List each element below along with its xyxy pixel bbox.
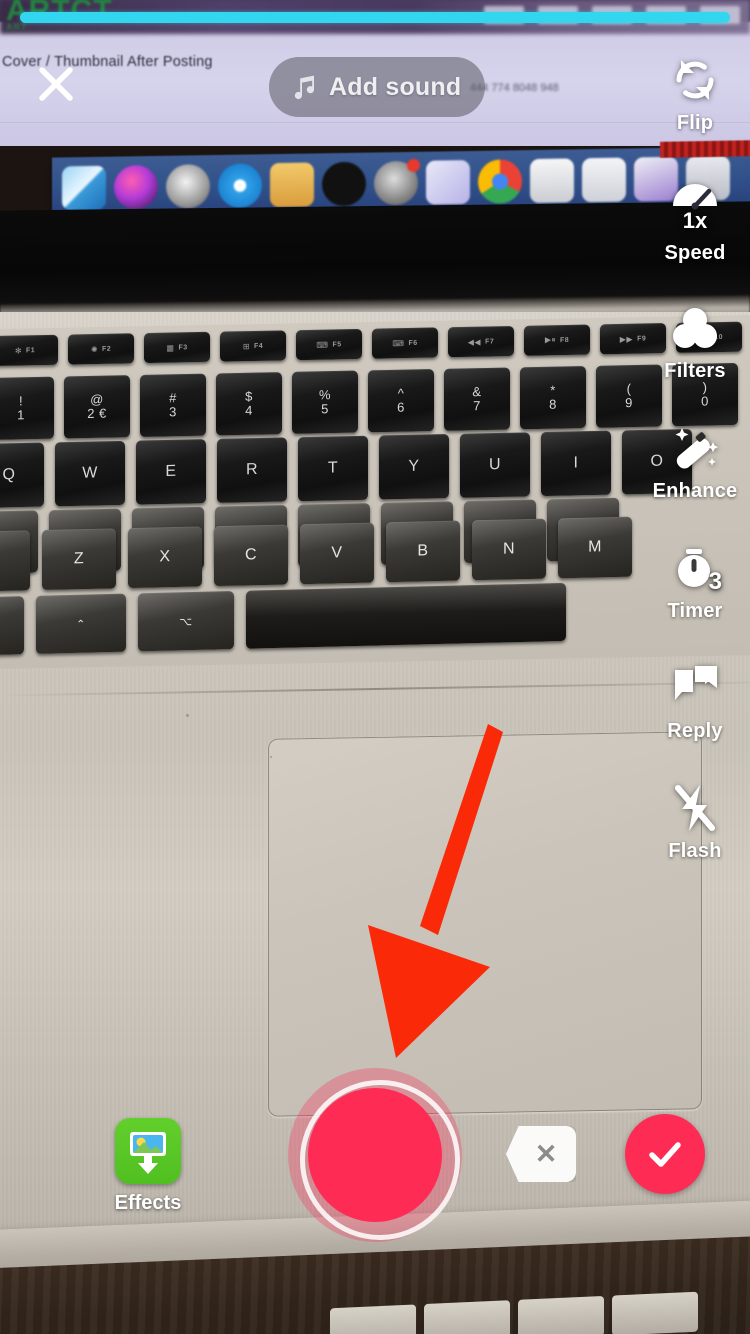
apple-tv-icon (322, 161, 366, 207)
deck-speck-2 (270, 756, 272, 758)
key-3: #3 (140, 373, 206, 437)
reply-bubble-icon (669, 660, 721, 716)
key-f5: ⌨ F5 (296, 328, 362, 361)
key-q: Q (0, 442, 44, 508)
tool-reply-label: Reply (667, 720, 723, 742)
add-sound-label: Add sound (329, 72, 462, 101)
flash-off-icon (670, 780, 720, 836)
key-b: B (386, 520, 460, 583)
tool-timer-label: Timer (667, 600, 723, 622)
key-f6: ⌨ F6 (372, 327, 438, 359)
key-2: @2 € (64, 375, 130, 439)
key-z: Z (42, 528, 116, 591)
key-e: E (136, 439, 206, 505)
key-r: R (217, 437, 287, 503)
key-4: $4 (216, 372, 282, 436)
key-8: * 8 (520, 365, 586, 430)
music-note-icon (294, 75, 314, 100)
webpage-divider (0, 122, 750, 123)
key-v: V (300, 522, 374, 585)
delete-x-glyph: ✕ (534, 1138, 558, 1169)
add-sound-button[interactable]: Add sound (269, 57, 486, 117)
podcasts-icon (374, 158, 420, 206)
key-5: % 5 (292, 370, 358, 434)
recording-progress-fill (20, 12, 730, 23)
teams-icon (426, 160, 470, 205)
tool-filters-label: Filters (664, 360, 726, 382)
notes-icon (270, 162, 314, 208)
key-f7: ◀◀ F7 (448, 325, 514, 358)
key-f1: ✻ F1 (0, 334, 58, 366)
deck-speck-1 (186, 714, 189, 717)
speed-badge: 1x (682, 208, 708, 233)
timer-badge: 3 (708, 568, 722, 595)
launchpad-icon (166, 164, 210, 209)
effects-label: Effects (114, 1192, 182, 1214)
key-w: W (55, 440, 125, 507)
key-7: & 7 (444, 367, 510, 431)
key-6: ^ 6 (368, 369, 434, 433)
tool-timer[interactable]: 3 Timer (640, 540, 750, 660)
key-i: I (541, 430, 611, 497)
key-tilde: ~ (0, 530, 30, 592)
chrome-icon (478, 159, 522, 204)
tool-flash-label: Flash (668, 840, 722, 862)
effects-gallery-download-icon (115, 1118, 181, 1184)
recording-progress-bar[interactable] (20, 12, 730, 23)
flip-camera-icon (667, 52, 723, 108)
key-t: T (298, 435, 368, 502)
tool-flip-label: Flip (676, 112, 714, 134)
key-alt: ⌥ (138, 591, 234, 652)
effects-button[interactable]: Effects (106, 1118, 190, 1215)
key-fn: fn (0, 596, 24, 656)
key-1: ! 1 (0, 376, 54, 440)
checkmark-icon (649, 1142, 681, 1167)
key-f2: ✺ F2 (68, 333, 134, 365)
key-f4: ⊞ F4 (220, 330, 286, 362)
key-m: M (558, 516, 632, 579)
tool-speed-label: Speed (664, 242, 726, 264)
tool-enhance-label: Enhance (652, 480, 738, 502)
app-icon-10 (582, 157, 626, 203)
camera-tools-rail: Flip 1x Speed Filters Enhance 3 Timer Re… (640, 52, 750, 900)
finder-icon (62, 165, 106, 211)
record-button-core (308, 1088, 442, 1222)
speedometer-icon: 1x (670, 172, 720, 233)
key-x: X (128, 526, 202, 589)
close-button[interactable] (32, 60, 80, 108)
news-icon (530, 158, 574, 204)
tool-reply[interactable]: Reply (640, 660, 750, 780)
magic-wand-icon (668, 420, 722, 476)
laptop-trackpad (268, 731, 702, 1117)
camera-recorder-screen: ARTCT ART Cover / Thumbnail After Postin… (0, 0, 750, 1334)
key-u: U (460, 432, 530, 498)
key-n: N (472, 518, 546, 581)
confirm-button[interactable] (625, 1114, 705, 1194)
tool-enhance[interactable]: Enhance (640, 420, 750, 540)
safari-icon (218, 163, 262, 208)
key-y: Y (379, 434, 449, 500)
close-icon (39, 67, 73, 101)
delete-clip-button[interactable]: ✕ (506, 1126, 576, 1182)
tool-speed[interactable]: 1x Speed (640, 172, 750, 292)
key-f3: ▦ F3 (144, 331, 210, 364)
key-ctrl: ⌃ (36, 593, 126, 654)
record-button[interactable] (288, 1068, 462, 1242)
timer-icon: 3 (670, 540, 722, 596)
filters-circles-icon (669, 300, 721, 356)
tool-flash[interactable]: Flash (640, 780, 750, 900)
siri-icon (114, 164, 158, 210)
tool-filters[interactable]: Filters (640, 300, 750, 420)
key-c: C (214, 524, 288, 587)
key-f8: ▶⏸ F8 (524, 324, 590, 356)
tool-flip[interactable]: Flip (640, 52, 750, 172)
key-space (246, 582, 566, 649)
